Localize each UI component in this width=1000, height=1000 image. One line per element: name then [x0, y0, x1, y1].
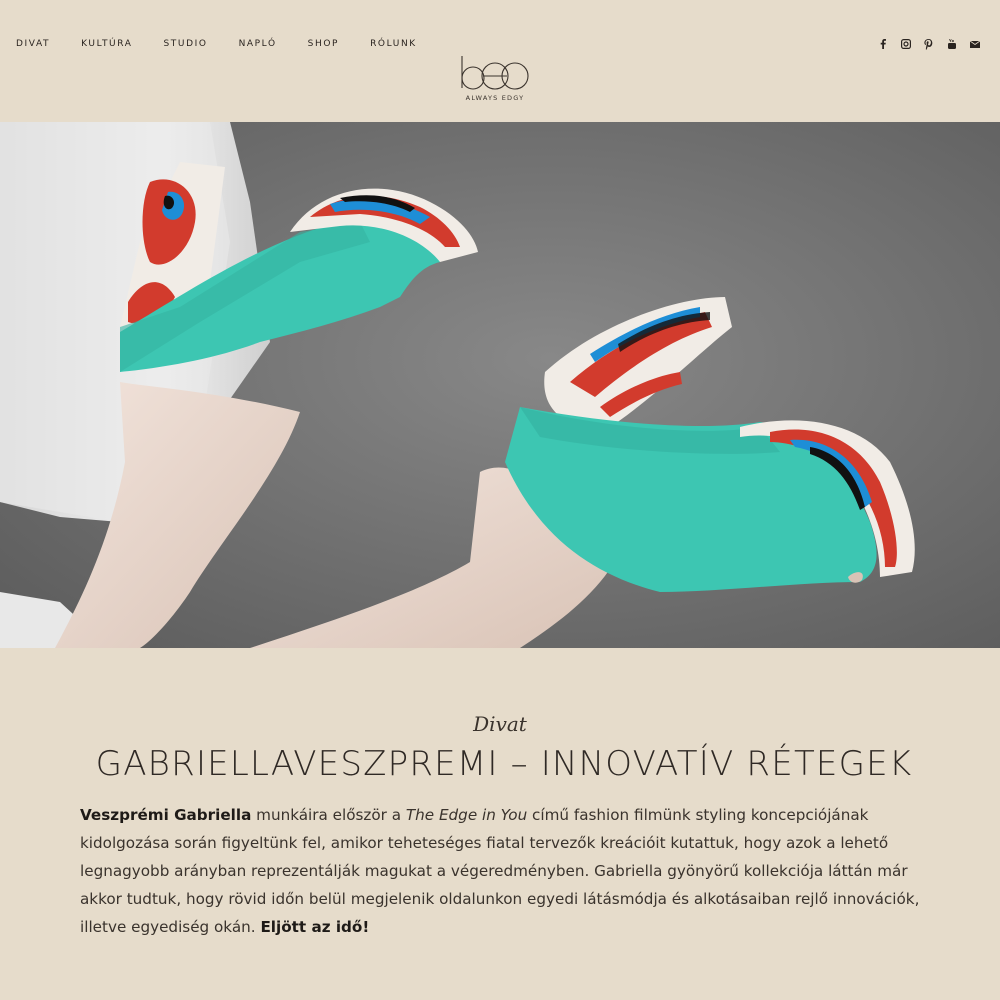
nav-item-studio[interactable]: STUDIO — [163, 38, 207, 50]
facebook-icon[interactable] — [877, 38, 888, 50]
article-film-title: The Edge in You — [405, 806, 528, 824]
site-header: DIVAT KULTÚRA STUDIO NAPLÓ SHOP RÓLUNK A… — [0, 0, 1000, 122]
article-text-2: című fashion filmünk styling koncepciójá… — [80, 806, 920, 936]
hero-photo — [0, 122, 1000, 648]
hero-image — [0, 122, 1000, 648]
article-title: GABRIELLAVESZPREMI – INNOVATÍV RÉTEGEK — [95, 744, 913, 784]
main-nav: DIVAT KULTÚRA STUDIO NAPLÓ SHOP RÓLUNK — [16, 38, 448, 50]
nav-item-divat[interactable]: DIVAT — [16, 38, 50, 50]
mail-icon[interactable] — [969, 38, 980, 50]
nav-item-naplo[interactable]: NAPLÓ — [239, 38, 277, 50]
nav-item-rolunk[interactable]: RÓLUNK — [370, 38, 417, 50]
logo-tagline: ALWAYS EDGY — [465, 94, 525, 102]
pinterest-icon[interactable] — [923, 38, 934, 50]
article-closing: Eljött az idő! — [260, 918, 370, 936]
instagram-icon[interactable] — [900, 38, 911, 50]
social-links — [877, 38, 980, 50]
nav-item-kultura[interactable]: KULTÚRA — [81, 38, 132, 50]
article-body: Veszprémi Gabriella munkáira először a T… — [80, 801, 925, 941]
logo-mark — [461, 56, 529, 90]
article-author: Veszprémi Gabriella — [80, 806, 252, 824]
youtube-icon[interactable] — [946, 38, 957, 50]
nav-item-shop[interactable]: SHOP — [308, 38, 339, 50]
article-text-1: munkáira először a — [251, 806, 406, 824]
site-logo[interactable]: ALWAYS EDGY — [455, 52, 535, 108]
article-category[interactable]: Divat — [0, 712, 1000, 736]
